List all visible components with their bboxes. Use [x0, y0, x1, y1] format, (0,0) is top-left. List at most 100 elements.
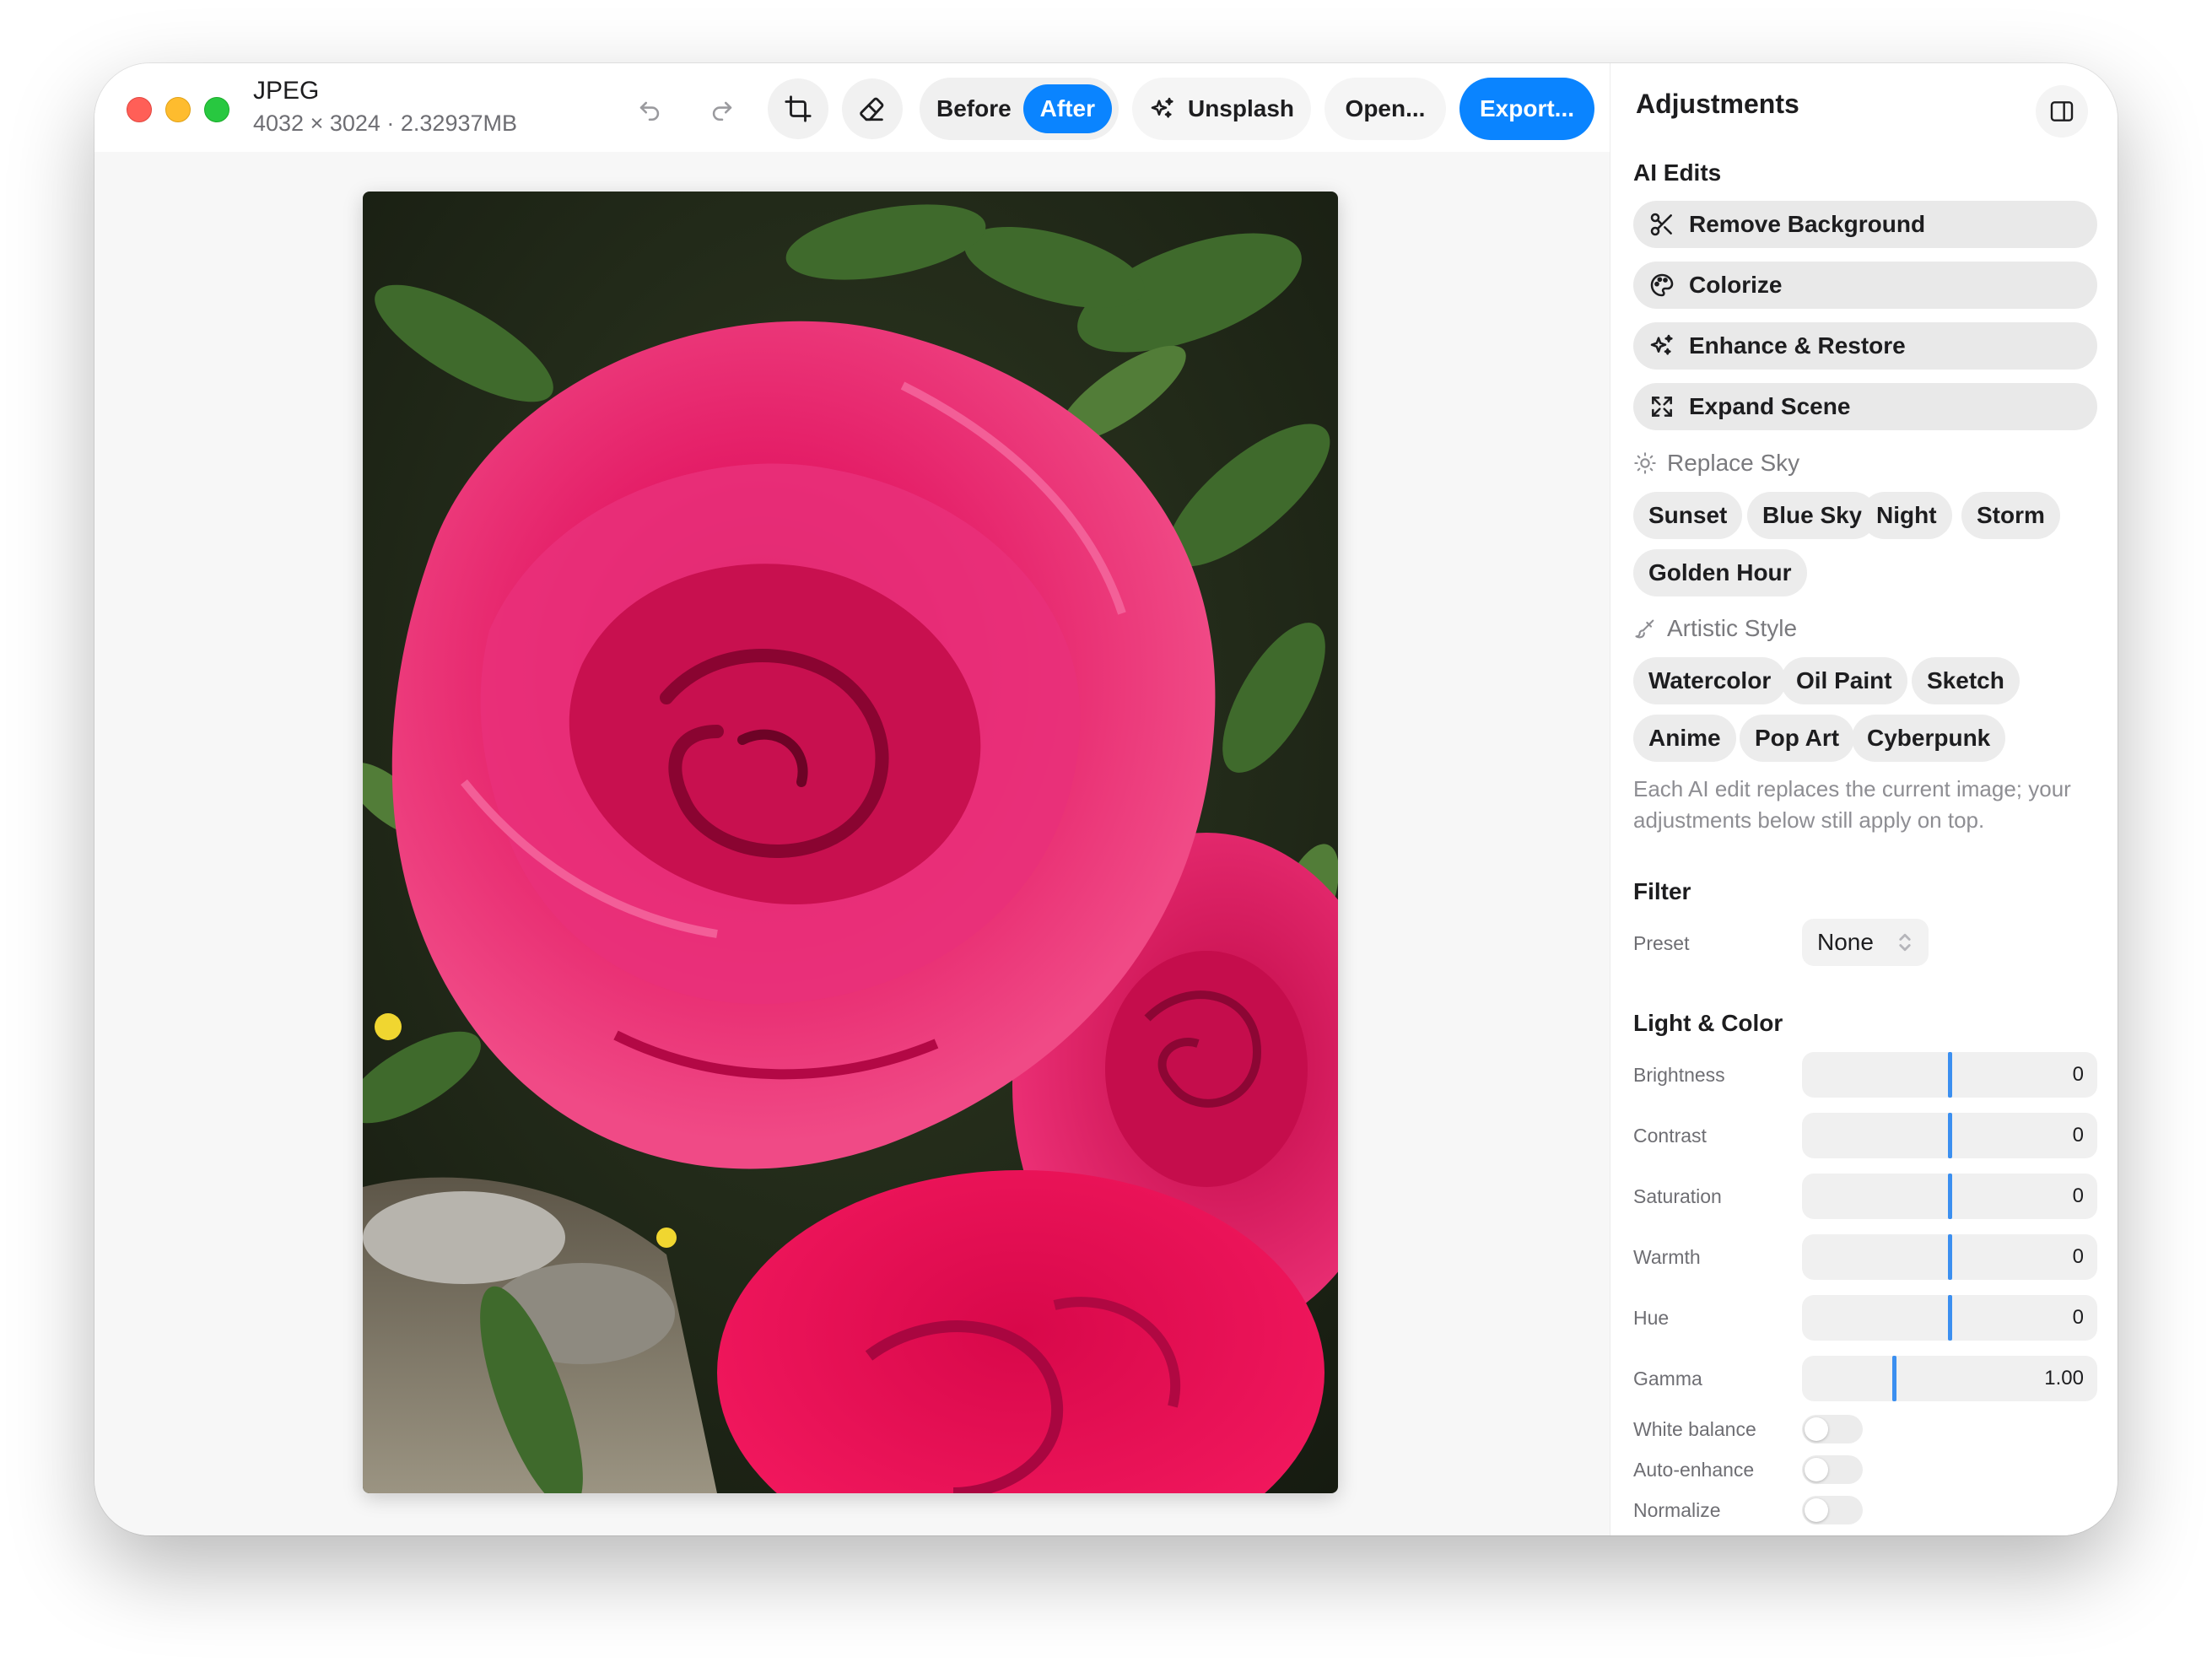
- sky-chip-storm[interactable]: Storm: [1961, 492, 2060, 539]
- redo-icon: [712, 101, 732, 121]
- saturation-value: 0: [2072, 1184, 2084, 1207]
- warmth-slider[interactable]: 0: [1802, 1234, 2097, 1280]
- style-chip-watercolor[interactable]: Watercolor: [1633, 657, 1787, 704]
- warmth-value: 0: [2072, 1245, 2084, 1268]
- remove-background-label: Remove Background: [1689, 211, 1926, 237]
- file-title: JPEG: [253, 77, 320, 105]
- colorize-label: Colorize: [1689, 272, 1783, 298]
- expand-scene-label: Expand Scene: [1689, 393, 1851, 419]
- export-button[interactable]: Export...: [1459, 78, 1594, 140]
- open-label: Open...: [1345, 95, 1426, 121]
- preset-value: None: [1817, 929, 1874, 955]
- preset-label: Preset: [1633, 932, 1690, 954]
- style-chip-sketch[interactable]: Sketch: [1912, 657, 2020, 704]
- before-after-toggle: Before After: [920, 78, 1119, 140]
- file-info: 4032 × 3024 · 2.32937MB: [253, 111, 517, 136]
- auto-enhance-label: Auto-enhance: [1633, 1459, 1755, 1481]
- chevron-updown-icon: [1899, 933, 1911, 952]
- after-button[interactable]: After: [1022, 84, 1112, 133]
- brush-icon: [1635, 619, 1654, 639]
- unsplash-label: Unsplash: [1187, 95, 1295, 121]
- sky-chip-sunset[interactable]: Sunset: [1633, 492, 1743, 539]
- slider-thumb[interactable]: [1947, 1234, 1952, 1280]
- adjustments-sidebar: Adjustments AI Edits Remove Background C…: [1610, 63, 2118, 1535]
- open-button[interactable]: Open...: [1325, 78, 1446, 140]
- hue-value: 0: [2072, 1306, 2084, 1329]
- close-window-button[interactable]: [127, 97, 152, 122]
- warmth-label: Warmth: [1633, 1246, 1701, 1268]
- white-balance-toggle[interactable]: [1802, 1415, 1863, 1443]
- toggle-knob: [1805, 1498, 1828, 1522]
- unsplash-button[interactable]: Unsplash: [1132, 78, 1311, 140]
- white-balance-label: White balance: [1633, 1418, 1756, 1440]
- sky-chip-golden-hour[interactable]: Golden Hour: [1633, 549, 1807, 596]
- before-button[interactable]: Before: [936, 78, 1012, 140]
- expand-icon: [1652, 397, 1672, 417]
- sparkles-icon: [1151, 97, 1173, 118]
- hue-slider[interactable]: 0: [1802, 1295, 2097, 1341]
- remove-background-button[interactable]: Remove Background: [1633, 201, 2097, 248]
- style-chip-pop-art[interactable]: Pop Art: [1740, 715, 1855, 762]
- expand-scene-button[interactable]: Expand Scene: [1633, 383, 2097, 430]
- filter-title: Filter: [1633, 878, 1691, 904]
- contrast-slider[interactable]: 0: [1802, 1113, 2097, 1158]
- brightness-label: Brightness: [1633, 1064, 1725, 1086]
- slider-thumb[interactable]: [1947, 1113, 1952, 1158]
- sidebar-title: Adjustments: [1636, 89, 1799, 119]
- eraser-button[interactable]: [842, 78, 903, 139]
- eraser-icon: [860, 97, 884, 121]
- brightness-value: 0: [2072, 1063, 2084, 1086]
- sky-chip-night[interactable]: Night: [1861, 492, 1952, 539]
- sun-icon: [1634, 452, 1656, 474]
- rose-photo: [363, 192, 1338, 1493]
- replace-sky-label: Replace Sky: [1667, 450, 1800, 476]
- crop-button[interactable]: [768, 78, 828, 139]
- ai-edit-note: Each AI edit replaces the current image;…: [1633, 776, 2071, 833]
- gamma-label: Gamma: [1633, 1368, 1702, 1389]
- artistic-style-heading: Artistic Style: [1633, 615, 1797, 642]
- preset-select[interactable]: None: [1802, 919, 1929, 966]
- hue-label: Hue: [1633, 1307, 1670, 1329]
- toolbar: JPEG 4032 × 3024 · 2.32937MB Before Afte…: [94, 63, 1610, 152]
- toggle-knob: [1805, 1417, 1828, 1441]
- light-color-title: Light & Color: [1633, 1010, 1783, 1036]
- slider-thumb[interactable]: [1947, 1295, 1952, 1341]
- auto-enhance-toggle[interactable]: [1802, 1455, 1863, 1484]
- toggle-sidebar-button[interactable]: [2036, 85, 2088, 138]
- sidebar-icon: [2050, 101, 2074, 121]
- enhance-restore-label: Enhance & Restore: [1689, 332, 1906, 359]
- saturation-label: Saturation: [1633, 1185, 1722, 1207]
- colorize-button[interactable]: Colorize: [1633, 262, 2097, 309]
- contrast-value: 0: [2072, 1124, 2084, 1147]
- replace-sky-heading: Replace Sky: [1633, 450, 1799, 477]
- slider-thumb[interactable]: [1947, 1174, 1952, 1219]
- undo-icon: [639, 101, 660, 121]
- normalize-toggle[interactable]: [1802, 1496, 1863, 1524]
- slider-thumb[interactable]: [1947, 1052, 1952, 1098]
- minimize-window-button[interactable]: [165, 97, 191, 122]
- style-chip-oil-paint[interactable]: Oil Paint: [1781, 657, 1907, 704]
- image-preview[interactable]: [363, 192, 1338, 1493]
- contrast-label: Contrast: [1633, 1125, 1707, 1147]
- redo-button[interactable]: [692, 78, 753, 139]
- enhance-restore-button[interactable]: Enhance & Restore: [1633, 322, 2097, 370]
- palette-icon: [1650, 273, 1674, 297]
- gamma-slider[interactable]: 1.00: [1802, 1356, 2097, 1401]
- brightness-slider[interactable]: 0: [1802, 1052, 2097, 1098]
- style-chip-anime[interactable]: Anime: [1633, 715, 1736, 762]
- toggle-knob: [1805, 1458, 1828, 1481]
- artistic-style-label: Artistic Style: [1667, 615, 1798, 641]
- sparkles-icon: [1650, 334, 1673, 355]
- canvas-area: JPEG 4032 × 3024 · 2.32937MB Before Afte…: [94, 63, 1610, 1535]
- sky-chip-blue-sky[interactable]: Blue Sky: [1747, 492, 1878, 539]
- undo-button[interactable]: [619, 78, 680, 139]
- ai-edits-title: AI Edits: [1633, 159, 1722, 186]
- saturation-slider[interactable]: 0: [1802, 1174, 2097, 1219]
- app-window: JPEG 4032 × 3024 · 2.32937MB Before Afte…: [94, 63, 2118, 1535]
- slider-thumb[interactable]: [1891, 1356, 1896, 1401]
- normalize-label: Normalize: [1633, 1499, 1721, 1521]
- crop-icon: [785, 95, 812, 122]
- gamma-value: 1.00: [2044, 1367, 2084, 1389]
- style-chip-cyberpunk[interactable]: Cyberpunk: [1852, 715, 2006, 762]
- zoom-window-button[interactable]: [204, 97, 229, 122]
